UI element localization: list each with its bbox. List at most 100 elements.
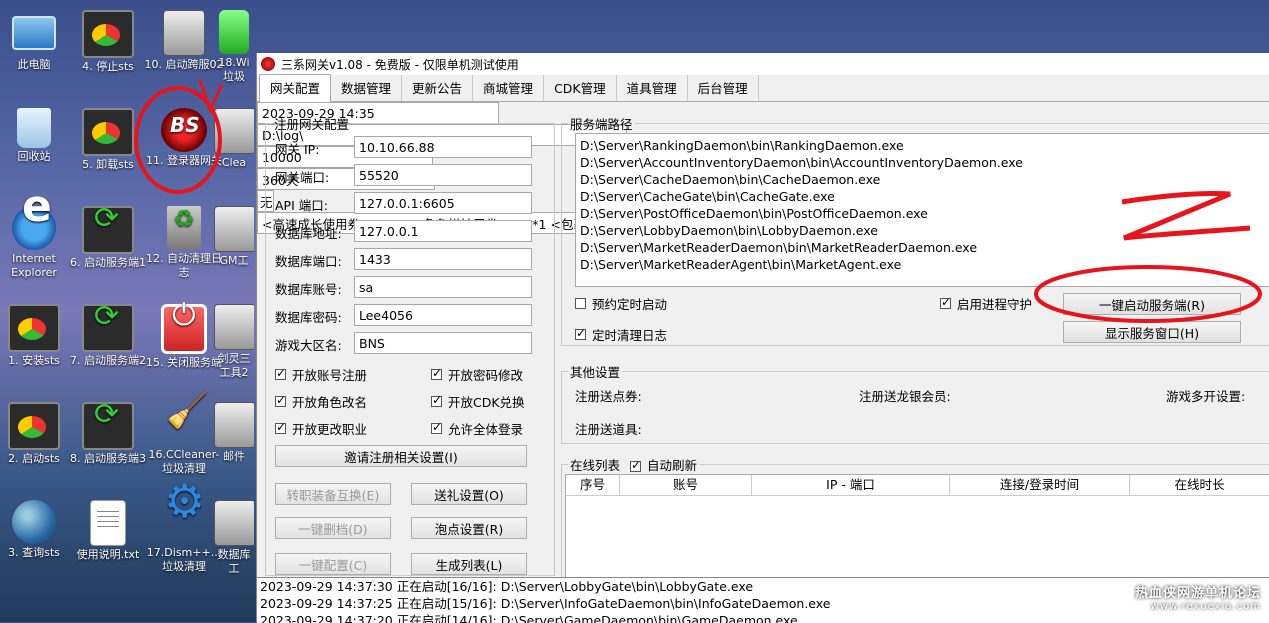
process-guard-checkbox[interactable]: [940, 295, 951, 309]
desktop-icon[interactable]: 剑灵三工具2: [214, 304, 254, 380]
desktop-icon[interactable]: 2. 启动sts: [0, 402, 74, 466]
title-bar[interactable]: 三系网关v1.08 - 免费版 - 仅限单机测试使用: [257, 53, 1269, 75]
desktop-icon-label: 此电脑: [17, 58, 51, 71]
show-server-window-button[interactable]: 显示服务窗口(H): [1063, 321, 1241, 343]
server-path-list[interactable]: D:\Server\RankingDaemon\bin\RankingDaemo…: [575, 133, 1269, 287]
gateway-field-input[interactable]: BNS: [354, 332, 532, 354]
col-ip-port[interactable]: IP - 端口: [752, 475, 950, 495]
server-path-item[interactable]: D:\Server\CacheDaemon\bin\CacheDaemon.ex…: [580, 171, 1269, 188]
multi-open-row: 游戏多开设置:: [1166, 386, 1245, 405]
tab-backend-management[interactable]: 后台管理: [688, 75, 759, 101]
desktop-icon[interactable]: 4. 停止sts: [68, 10, 148, 74]
terminal-icon: [8, 402, 60, 450]
spray-icon: [219, 10, 249, 54]
desktop-icon[interactable]: 15. 关闭服务端: [144, 304, 224, 370]
desktop-icon[interactable]: 数据库工: [214, 500, 254, 576]
option-checkbox[interactable]: [275, 393, 286, 407]
col-online-duration[interactable]: 在线时长: [1130, 475, 1269, 495]
desktop-icon[interactable]: 此电脑: [0, 10, 74, 72]
gateway-field-input[interactable]: 55520: [354, 164, 532, 186]
server-path-item[interactable]: D:\Server\CacheGate\bin\CacheGate.exe: [580, 188, 1269, 205]
tab-item-management[interactable]: 道具管理: [617, 75, 688, 101]
server-path-item[interactable]: D:\Server\MarketReaderDaemon\bin\MarketR…: [580, 239, 1269, 256]
gateway-option[interactable]: 允许全体登录: [431, 419, 523, 438]
terminal-icon: [82, 10, 134, 58]
gateway-option[interactable]: 开放CDK兑换: [431, 392, 525, 411]
desktop-icon[interactable]: 回收站: [0, 108, 74, 164]
desktop-icon[interactable]: 17.Dism++...垃圾清理: [144, 494, 224, 574]
option-checkbox[interactable]: [431, 366, 442, 380]
desktop-icon[interactable]: 6. 启动服务端1: [68, 206, 148, 270]
desktop-icon[interactable]: 18.Wi 垃圾: [214, 10, 254, 84]
gateway-option[interactable]: 开放更改职业: [275, 419, 367, 438]
desktop-icon-label: 使用说明.txt: [76, 548, 140, 561]
gateway-field-input[interactable]: Lee4056: [354, 304, 532, 326]
tab-data-management[interactable]: 数据管理: [331, 75, 403, 101]
desktop-icon[interactable]: 邮件: [214, 402, 254, 464]
desktop-icon[interactable]: 12. 自动清理日志: [144, 206, 224, 280]
desktop-icon[interactable]: 使用说明.txt: [68, 500, 148, 562]
desktop-icon-label: 3. 查询sts: [8, 546, 60, 559]
gateway-field-input[interactable]: sa: [354, 276, 532, 298]
desktop-icon-label: 7. 启动服务端2: [70, 354, 146, 367]
server-path-item[interactable]: D:\Server\LobbyDaemon\bin\LobbyDaemon.ex…: [580, 222, 1269, 239]
start-server-button[interactable]: 一键启动服务端(R): [1063, 293, 1241, 315]
tab-update-notice[interactable]: 更新公告: [402, 75, 474, 101]
invite-settings-button[interactable]: 邀请注册相关设置(I): [275, 445, 527, 467]
desktop-icon[interactable]: GM工: [214, 206, 254, 268]
desktop-icon-label: Clea: [221, 156, 247, 169]
option-checkbox[interactable]: [275, 366, 286, 380]
app-icon: [214, 206, 254, 252]
gateway-field-input[interactable]: 1433: [354, 248, 532, 270]
gateway-field-input[interactable]: 10.10.66.88: [354, 136, 532, 158]
app-icon: [214, 402, 254, 448]
gateway-option[interactable]: 开放账号注册: [275, 365, 367, 384]
schedule-start-checkbox[interactable]: [575, 298, 586, 309]
gateway-option[interactable]: 开放密码修改: [431, 365, 523, 384]
disk-icon: [163, 10, 205, 56]
online-table[interactable]: 序号 账号 IP - 端口 连接/登录时间 在线时长: [565, 474, 1269, 579]
gateway-field-label: 数据库地址:: [275, 226, 342, 241]
server-path-item[interactable]: D:\Server\PostOfficeDaemon\bin\PostOffic…: [580, 205, 1269, 222]
tab-shop-management[interactable]: 商城管理: [473, 75, 545, 101]
desktop-icon[interactable]: 1. 安装sts: [0, 304, 74, 368]
desktop-icon[interactable]: 5. 卸载sts: [68, 108, 148, 172]
log-panel[interactable]: 2023-09-29 14:37:30 正在启动[16/16]: D:\Serv…: [257, 577, 1269, 623]
desktop-icon[interactable]: Clea: [214, 108, 254, 170]
option-checkbox[interactable]: [431, 393, 442, 407]
server-path-item[interactable]: D:\Server\AccountInventoryDaemon\bin\Acc…: [580, 154, 1269, 171]
gateway-field-input[interactable]: 127.0.0.1:6605: [354, 192, 532, 214]
online-list-title: 在线列表: [570, 458, 621, 473]
col-login-time[interactable]: 连接/登录时间: [950, 475, 1130, 495]
option-checkbox[interactable]: [431, 420, 442, 434]
desktop-icon[interactable]: 3. 查询sts: [0, 500, 74, 560]
bubble-settings-button[interactable]: 泡点设置(R): [411, 517, 527, 539]
server-path-item[interactable]: D:\Server\MarketReaderAgent\bin\MarketAg…: [580, 256, 1269, 273]
refresh-icon: [82, 402, 134, 450]
gateway-option[interactable]: 开放角色改名: [275, 392, 367, 411]
gift-settings-button[interactable]: 送礼设置(O): [411, 483, 527, 505]
desktop-icon[interactable]: 10. 启动跨服02: [144, 10, 224, 72]
col-index[interactable]: 序号: [566, 475, 620, 495]
transfer-equipment-button[interactable]: 转职装备互换(E): [275, 483, 391, 505]
tab-gateway-config[interactable]: 网关配置: [259, 74, 332, 102]
desktop-icon[interactable]: 7. 启动服务端2: [68, 304, 148, 368]
clean-log-checkbox[interactable]: [575, 326, 586, 340]
desktop-icon-label: 18.Wi 垃圾: [218, 56, 250, 83]
desktop-icon[interactable]: 8. 启动服务端3: [68, 402, 148, 466]
clean-log-label: 定时清理日志: [592, 328, 668, 343]
tab-cdk-management[interactable]: CDK管理: [544, 75, 617, 101]
one-click-config-button[interactable]: 一键配置(C): [275, 553, 391, 575]
app-icon: [214, 108, 254, 154]
option-checkbox[interactable]: [275, 420, 286, 434]
generate-list-button[interactable]: 生成列表(L): [411, 553, 527, 575]
desktop-icon[interactable]: 16.CCleaner-垃圾清理: [144, 402, 224, 476]
desktop-icon[interactable]: 11. 登录器网关: [144, 108, 224, 168]
col-account[interactable]: 账号: [620, 475, 752, 495]
desktop-icon[interactable]: Internet Explorer: [0, 200, 74, 280]
server-path-item[interactable]: D:\Server\RankingDaemon\bin\RankingDaemo…: [580, 137, 1269, 154]
auto-refresh-checkbox[interactable]: [630, 458, 641, 472]
delete-archive-button[interactable]: 一键删档(D): [275, 517, 391, 539]
gateway-field-input[interactable]: 127.0.0.1: [354, 220, 532, 242]
online-list-legend: 在线列表 自动刷新: [568, 455, 699, 474]
